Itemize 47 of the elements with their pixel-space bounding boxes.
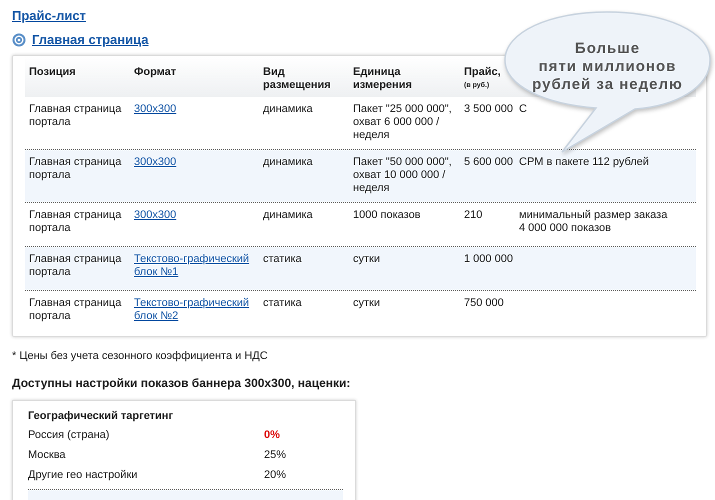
markup-value: 25%: [264, 448, 286, 463]
table-cell: 210: [464, 209, 482, 221]
markup-value: 20%: [264, 468, 286, 483]
format-link[interactable]: Текстово-графический блок №2: [134, 297, 255, 323]
table-cell: статика: [263, 253, 302, 265]
settings-heading: Доступны настройки показов баннера 300x300, наценки:: [12, 376, 352, 390]
table-cell: CPM в пакете 112 рублей: [519, 156, 649, 168]
column-header: Единица измерения: [353, 66, 412, 91]
callout-text: рублей за неделю: [532, 76, 683, 94]
table-cell: сутки: [353, 253, 380, 265]
section-link[interactable]: Главная страница: [32, 32, 148, 47]
column-header: Вид размещения: [263, 66, 331, 91]
table-cell: статика: [263, 297, 302, 309]
footnote: * Цены без учета сезонного коэффициента и НДС: [12, 350, 269, 362]
table-cell: Пакет "25 000 000", охват 6 000 000 / неделя: [353, 103, 452, 141]
table-cell: минимальный размер заказа 4 000 000 показов: [519, 209, 668, 234]
table-cell: 3 500 000: [464, 103, 513, 115]
table-cell: Пакет "50 000 000", охват 10 000 000 / неделя: [353, 156, 452, 194]
table-cell: 5 600 000: [464, 156, 513, 168]
table-cell: динамика: [263, 103, 313, 115]
column-header: Позиция: [29, 66, 76, 78]
table-cell: динамика: [263, 209, 313, 221]
table-cell: 1 000 000: [464, 253, 513, 265]
markup-value: 0%: [264, 428, 280, 443]
format-link[interactable]: 300x300: [134, 103, 176, 116]
geo-title: Географический таргетинг: [28, 410, 174, 422]
geo-name: Другие гео настройки: [28, 468, 138, 483]
geo-name: Россия (страна): [28, 428, 110, 443]
table-cell: Главная страница портала: [29, 156, 122, 181]
table-cell: 750 000: [464, 297, 504, 309]
table-cell: Главная страница портала: [29, 209, 122, 234]
callout-text: пяти миллионов: [538, 58, 676, 76]
table-cell: С: [519, 103, 527, 115]
format-link[interactable]: Текстово-графический блок №1: [134, 253, 255, 279]
price-list-link[interactable]: Прайс-лист: [12, 8, 86, 23]
table-cell: Главная страница портала: [29, 103, 122, 128]
column-header: Формат: [134, 66, 176, 78]
table-cell: 1000 показов: [353, 209, 421, 221]
callout-text: Больше: [574, 40, 640, 58]
format-link[interactable]: 300x300: [134, 209, 176, 222]
table-cell: сутки: [353, 297, 380, 309]
format-link[interactable]: 300x300: [134, 156, 176, 169]
geo-name: Москва: [28, 448, 67, 463]
table-cell: Главная страница портала: [29, 297, 122, 322]
table-cell: Главная страница портала: [29, 253, 122, 278]
table-cell: динамика: [263, 156, 313, 168]
column-header: Прайс,: [464, 66, 501, 79]
